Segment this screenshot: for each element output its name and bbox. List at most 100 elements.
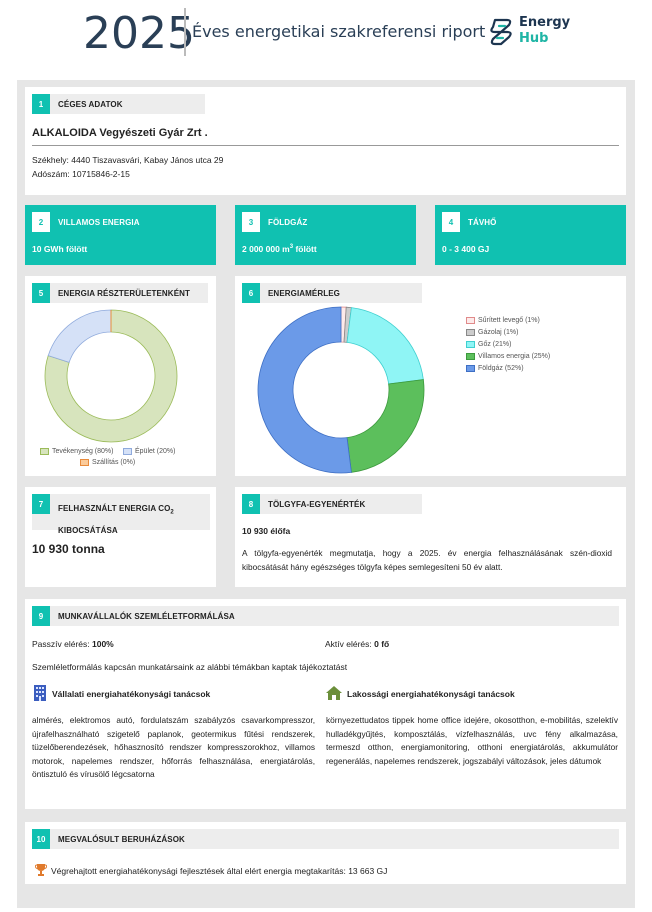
legend-swatch	[466, 365, 475, 372]
energy-balance-section-header: 6 ENERGIAMÉRLEG	[242, 283, 422, 303]
investments-text: Végrehajtott energiahatékonysági fejlesz…	[51, 866, 388, 876]
logo-text-energy: Energy	[519, 15, 571, 30]
logo-text-hub: Hub	[519, 31, 549, 46]
section-title: FÖLDGÁZ	[268, 217, 308, 227]
corporate-tips-text: almérés, elektromos autó, fordulatszám s…	[32, 715, 315, 779]
company-name-underline	[32, 145, 619, 146]
corporate-tips-title: Vállalati energiahatékonysági tanácsok	[52, 689, 211, 699]
gas-value: 2 000 000 m3 fölött	[242, 244, 317, 254]
section-title: ENERGIAMÉRLEG	[268, 288, 340, 298]
energy-area-card: 5 ENERGIA RÉSZTERÜLETENKÉNT Tevékenység …	[25, 276, 216, 476]
section-number: 1	[32, 94, 50, 114]
building-icon	[34, 685, 46, 701]
co2-section-header: 7 FELHASZNÁLT ENERGIA CO2 KIBOCSÁTÁSA	[32, 494, 210, 535]
passive-reach: Passzív elérés: 100%	[32, 639, 114, 649]
legend-item-activity: Tevékenység (80%)	[40, 448, 113, 455]
co2-title-b: KIBOCSÁTÁSA	[58, 525, 118, 535]
co2-title-sub: 2	[170, 509, 174, 516]
investments-section-header: 10 MEGVALÓSULT BERUHÁZÁSOK	[32, 829, 619, 849]
legend-label: Szállítás (0%)	[92, 459, 136, 466]
electric-card: 2 VILLAMOS ENERGIA 10 GWh fölött	[25, 205, 216, 265]
gas-value-tail: fölött	[293, 244, 317, 254]
awareness-section-header: 9 MUNKAVÁLLALÓK SZEMLÉLETFORMÁLÁSA	[32, 606, 619, 626]
co2-card: 7 FELHASZNÁLT ENERGIA CO2 KIBOCSÁTÁSA 10…	[25, 487, 216, 587]
legend-label: Villamos energia (25%)	[478, 353, 551, 360]
report-title: Éves energetikai szakreferensi riport	[192, 22, 486, 41]
district-heating-card: 4 TÁVHŐ 0 - 3 400 GJ	[435, 205, 626, 265]
section-number: 6	[242, 283, 260, 303]
section-title: CÉGES ADATOK	[58, 99, 123, 109]
active-reach-value: 0 fő	[374, 639, 390, 649]
section-number: 8	[242, 494, 260, 514]
report-header: 2025 Éves energetikai szakreferensi ripo…	[0, 0, 652, 70]
legend-swatch	[123, 448, 132, 455]
district-section-header: 4 TÁVHŐ	[442, 212, 612, 232]
header-divider	[184, 8, 186, 56]
active-reach-label: Aktív elérés:	[325, 639, 375, 649]
section-title: ENERGIA RÉSZTERÜLETENKÉNT	[58, 288, 190, 298]
legend-item-natural-gas: Földgáz (52%)	[466, 365, 524, 372]
legend-label: Gázolaj (1%)	[478, 329, 519, 336]
energy-area-slice-epulet	[47, 309, 112, 363]
gas-value-main: 2 000 000 m	[242, 244, 290, 254]
energy-hub-logo-icon	[490, 18, 512, 46]
section-title: MEGVALÓSULT BERUHÁZÁSOK	[58, 834, 185, 844]
legend-label: Épület (20%)	[135, 448, 176, 455]
co2-value: 10 930 tonna	[32, 542, 105, 556]
gas-section-header: 3 FÖLDGÁZ	[242, 212, 402, 232]
company-section-header: 1 CÉGES ADATOK	[32, 94, 205, 114]
legend-swatch	[80, 459, 89, 466]
section-number: 3	[242, 212, 260, 232]
awareness-intro: Szemléletformálás kapcsán munkatársaink …	[32, 662, 348, 672]
energy-balance-donut-chart	[257, 306, 425, 474]
section-title: TÖLGYFA-EGYENÉRTÉK	[268, 499, 366, 509]
legend-item-building: Épület (20%)	[123, 448, 175, 455]
co2-title-a: FELHASZNÁLT ENERGIA CO	[58, 504, 171, 513]
company-address: Székhely: 4440 Tiszavasvári, Kabay János…	[32, 155, 224, 165]
company-tax-number: Adószám: 10715846-2-15	[32, 169, 130, 179]
legend-swatch	[466, 329, 475, 336]
trophy-icon	[35, 864, 47, 876]
report-year: 2025	[83, 8, 195, 59]
home-tips-title: Lakossági energiahatékonysági tanácsok	[347, 689, 515, 699]
investments-card: 10 MEGVALÓSULT BERUHÁZÁSOK Végrehajtott …	[25, 822, 626, 884]
electric-value: 10 GWh fölött	[32, 244, 88, 254]
section-number: 10	[32, 829, 50, 849]
section-title: VILLAMOS ENERGIA	[58, 217, 140, 227]
section-number: 9	[32, 606, 50, 626]
energy-balance-slice-foldgaz	[257, 306, 352, 474]
company-name: ALKALOIDA Vegyészeti Gyár Zrt .	[32, 127, 208, 139]
legend-item-transport: Szállítás (0%)	[80, 459, 135, 466]
section-title: TÁVHŐ	[468, 217, 497, 227]
oak-description: A tölgyfa-egyenérték megmutatja, hogy a …	[242, 548, 612, 572]
section-number: 7	[32, 494, 50, 514]
house-icon	[326, 686, 342, 700]
section-number: 4	[442, 212, 460, 232]
legend-label: Tevékenység (80%)	[52, 448, 114, 455]
legend-label: Gőz (21%)	[478, 341, 512, 348]
company-card: 1 CÉGES ADATOK ALKALOIDA Vegyészeti Gyár…	[25, 87, 626, 195]
section-title: FELHASZNÁLT ENERGIA CO2 KIBOCSÁTÁSA	[50, 500, 174, 539]
legend-label: Földgáz (52%)	[478, 365, 524, 372]
legend-swatch	[466, 353, 475, 360]
legend-swatch	[466, 341, 475, 348]
legend-label: Sűrített levegő (1%)	[478, 317, 540, 324]
legend-item-compressed-air: Sűrített levegő (1%)	[466, 317, 540, 324]
home-tips-text: környezettudatos tippek home office idej…	[326, 715, 618, 766]
oak-equivalent-card: 8 TÖLGYFA-EGYENÉRTÉK 10 930 élőfa A tölg…	[235, 487, 626, 587]
legend-item-steam: Gőz (21%)	[466, 341, 511, 348]
oak-value: 10 930 élőfa	[242, 526, 291, 536]
energy-area-donut-chart	[44, 309, 178, 443]
energy-area-section-header: 5 ENERGIA RÉSZTERÜLETENKÉNT	[32, 283, 208, 303]
energy-balance-card: 6 ENERGIAMÉRLEG Sűrített levegő (1%) Gáz…	[235, 276, 626, 476]
gas-card: 3 FÖLDGÁZ 2 000 000 m3 fölött	[235, 205, 416, 265]
oak-section-header: 8 TÖLGYFA-EGYENÉRTÉK	[242, 494, 422, 514]
electric-section-header: 2 VILLAMOS ENERGIA	[32, 212, 202, 232]
legend-swatch	[40, 448, 49, 455]
energy-balance-slice-villamos-energia	[346, 379, 425, 473]
legend-item-diesel: Gázolaj (1%)	[466, 329, 518, 336]
active-reach: Aktív elérés: 0 fő	[325, 639, 389, 649]
section-number: 2	[32, 212, 50, 232]
section-title: MUNKAVÁLLALÓK SZEMLÉLETFORMÁLÁSA	[58, 611, 235, 621]
legend-item-electricity: Villamos energia (25%)	[466, 353, 550, 360]
